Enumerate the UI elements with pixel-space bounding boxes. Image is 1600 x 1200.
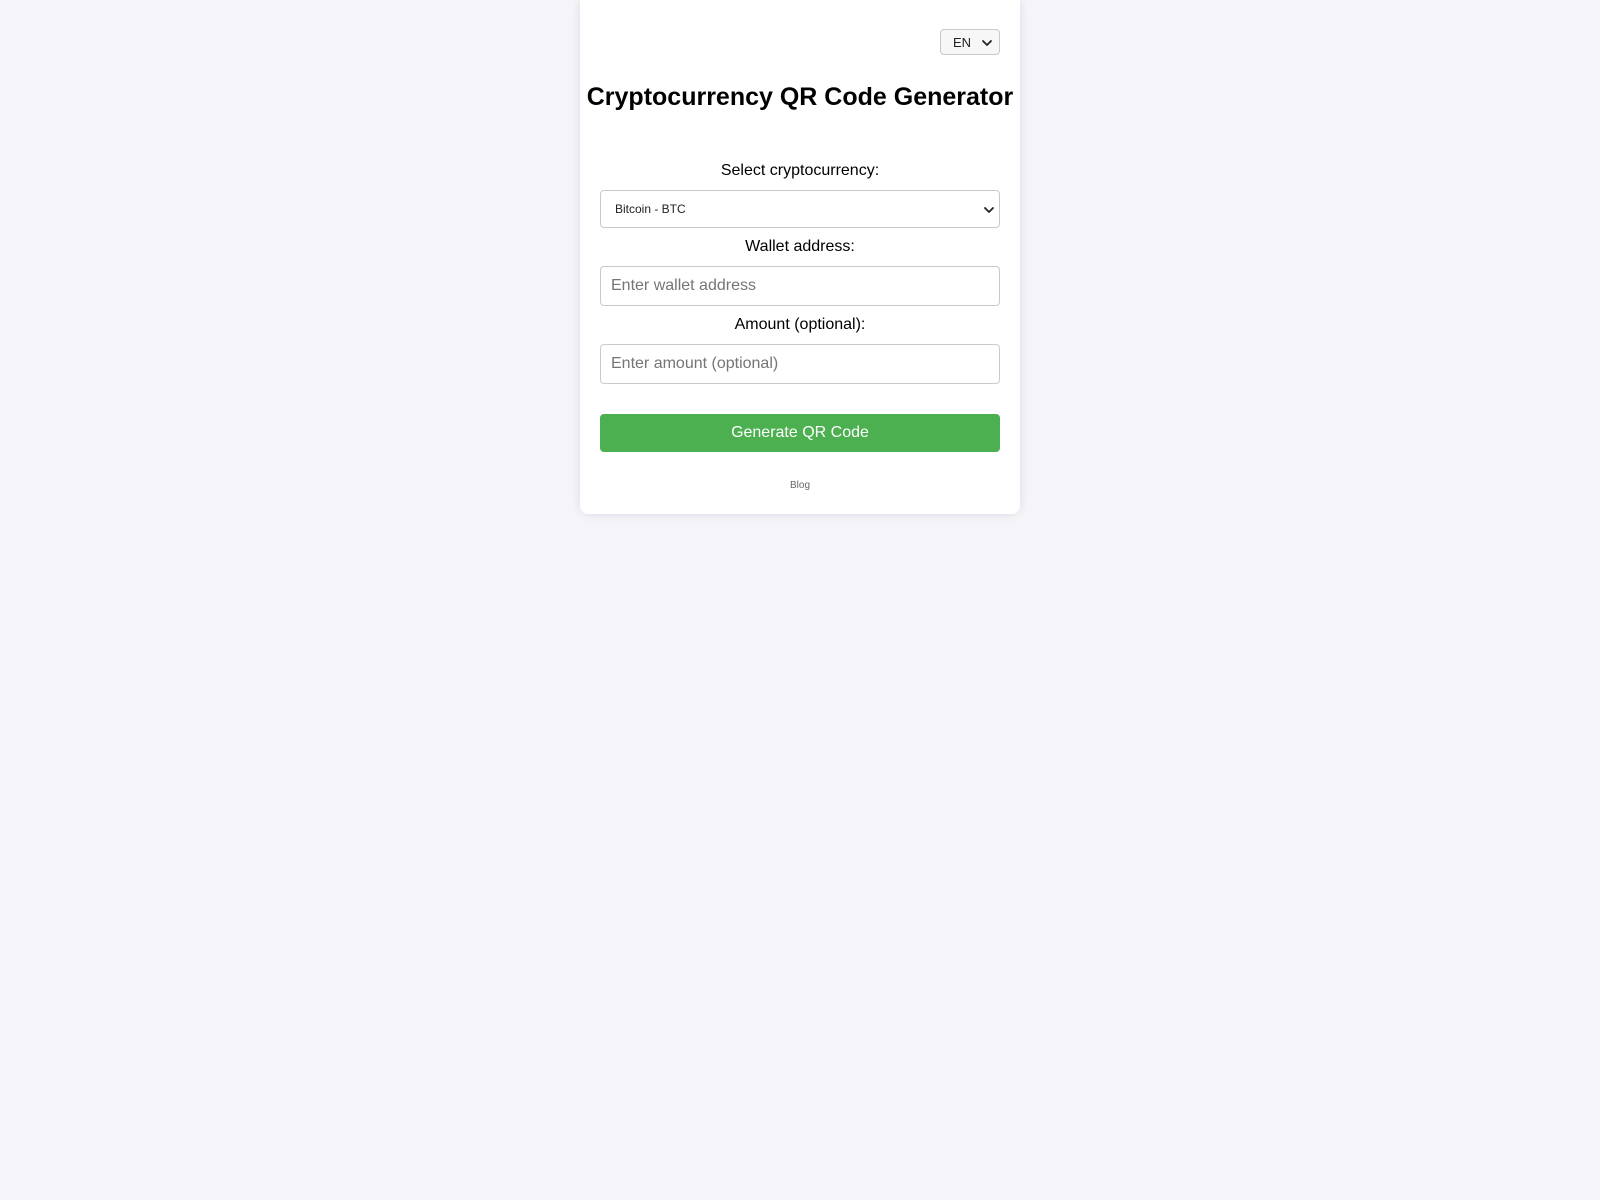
page-title: Cryptocurrency QR Code Generator [586, 83, 1014, 111]
language-select[interactable]: EN [940, 29, 1000, 55]
amount-label: Amount (optional): [734, 316, 866, 333]
generator-card: EN Cryptocurrency QR Code Generator Sele… [580, 0, 1020, 514]
crypto-select[interactable]: Bitcoin - BTC [600, 190, 1000, 228]
generate-qr-button[interactable]: Generate QR Code [600, 414, 1000, 452]
wallet-address-label: Wallet address: [745, 238, 855, 255]
blog-link[interactable]: Blog [580, 480, 1020, 491]
crypto-select-label: Select cryptocurrency: [720, 162, 880, 179]
chevron-down-icon [982, 40, 992, 46]
crypto-selected-value: Bitcoin - BTC [615, 202, 686, 216]
language-selector-wrap: EN [940, 29, 1000, 55]
language-selected-value: EN [953, 34, 972, 50]
wallet-address-input[interactable] [600, 266, 1000, 306]
chevron-down-icon [984, 207, 994, 213]
amount-input[interactable] [600, 344, 1000, 384]
